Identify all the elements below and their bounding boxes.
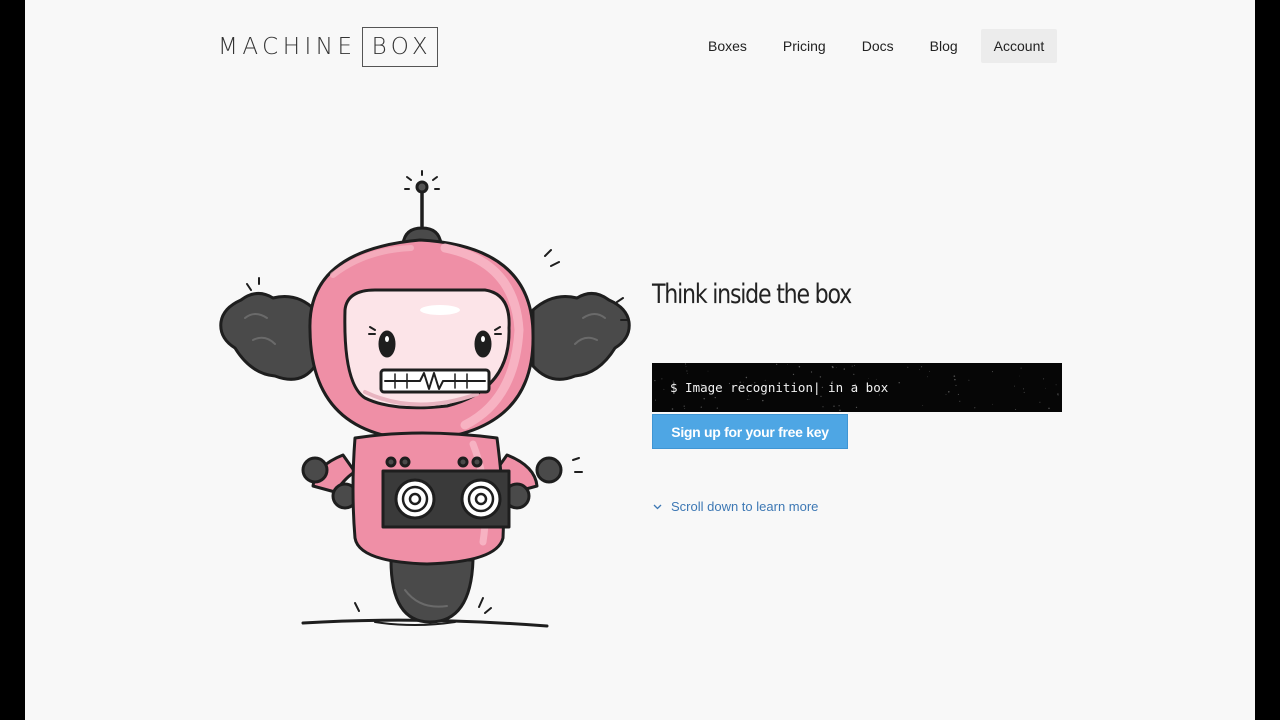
terminal-speck [919, 369, 921, 371]
nav-item-docs[interactable]: Docs [849, 29, 907, 63]
terminal-speck [945, 393, 947, 395]
nav-item-account[interactable]: Account [980, 29, 1058, 63]
terminal-speck [762, 399, 764, 402]
terminal-speck [992, 403, 993, 405]
terminal-speck [1048, 407, 1050, 410]
terminal-speck [833, 405, 835, 407]
terminal-speck [959, 400, 961, 402]
terminal-speck [1055, 384, 1057, 386]
terminal-speck [685, 366, 687, 367]
terminal-speck [957, 393, 959, 395]
terminal-speck [839, 409, 841, 412]
terminal-speck [922, 405, 924, 407]
terminal-speck [953, 375, 956, 377]
terminal-speck [819, 376, 822, 378]
terminal-speck [907, 366, 909, 368]
terminal-speck [820, 395, 822, 398]
terminal-speck [748, 399, 750, 400]
terminal-speck [714, 396, 716, 399]
terminal-speck [929, 370, 930, 372]
terminal-speck [851, 365, 853, 367]
terminal-speck [686, 370, 688, 372]
signup-button[interactable]: Sign up for your free key [652, 414, 848, 449]
terminal-speck [787, 363, 788, 365]
terminal-speck [1020, 367, 1022, 369]
terminal-speck [663, 388, 665, 390]
terminal-speck [853, 373, 855, 375]
terminal-speck [1057, 394, 1059, 396]
terminal-speck [1057, 393, 1059, 395]
terminal-speck [921, 366, 923, 368]
robot-mascot-illustration [219, 170, 631, 628]
terminal-speck [703, 397, 705, 400]
page: MACHINE BOX Boxes Pricing Docs Blog Acco… [25, 0, 1255, 720]
terminal-speck [1015, 409, 1017, 410]
terminal-speck [798, 366, 801, 368]
terminal-speck [1019, 375, 1020, 377]
machinebox-logo[interactable]: MACHINE BOX [218, 26, 439, 68]
terminal-speck [747, 398, 748, 400]
terminal-speck [1014, 385, 1015, 387]
terminal-speck [776, 363, 778, 365]
terminal-speck [792, 373, 795, 376]
nav-item-pricing[interactable]: Pricing [770, 29, 839, 63]
terminal-speck [955, 384, 957, 386]
terminal-speck [968, 379, 970, 381]
terminal-speck [810, 371, 813, 373]
terminal-speck [716, 407, 718, 409]
terminal-speck [831, 365, 834, 368]
terminal-demo: $ Image recognition| in a box [652, 363, 1062, 412]
nav-item-blog[interactable]: Blog [917, 29, 971, 63]
chevron-down-icon [653, 504, 662, 509]
terminal-speck [700, 406, 702, 408]
scroll-down-link[interactable]: Scroll down to learn more [653, 499, 818, 514]
terminal-speck [654, 380, 656, 382]
terminal-speck [745, 376, 748, 379]
terminal-speck [684, 407, 686, 409]
terminal-speck [854, 365, 855, 367]
scroll-down-label: Scroll down to learn more [671, 499, 819, 514]
terminal-speck [748, 395, 749, 397]
terminal-speck [1023, 391, 1025, 393]
terminal-speck [948, 391, 950, 393]
terminal-speck [822, 406, 824, 408]
terminal-speck [898, 382, 900, 384]
terminal-speck [686, 372, 688, 374]
terminal-speck [855, 406, 858, 409]
terminal-speck [684, 363, 687, 365]
nav-item-boxes[interactable]: Boxes [695, 29, 760, 63]
terminal-speck [868, 378, 869, 379]
terminal-speck [836, 367, 838, 368]
terminal-speck [1022, 388, 1025, 390]
terminal-speck [991, 371, 993, 373]
terminal-speck [1043, 378, 1045, 380]
terminal-speck [974, 407, 976, 409]
terminal-speck [954, 378, 956, 381]
logo-word-box: BOX [361, 27, 439, 67]
terminal-speck [838, 405, 840, 407]
main-nav: Boxes Pricing Docs Blog Account [695, 29, 1058, 63]
terminal-speck [707, 370, 709, 372]
hero-headline: Think inside the box [652, 279, 852, 310]
terminal-speck [843, 368, 845, 370]
terminal-speck [1045, 387, 1046, 389]
terminal-speck [654, 399, 657, 401]
terminal-line: $ Image recognition| in a box [670, 380, 889, 395]
terminal-speck [1039, 401, 1041, 403]
logo-word-machine: MACHINE [218, 34, 357, 60]
terminal-speck [671, 408, 674, 410]
terminal-speck [661, 378, 663, 380]
terminal-speck [683, 405, 685, 407]
terminal-speck [927, 376, 928, 378]
